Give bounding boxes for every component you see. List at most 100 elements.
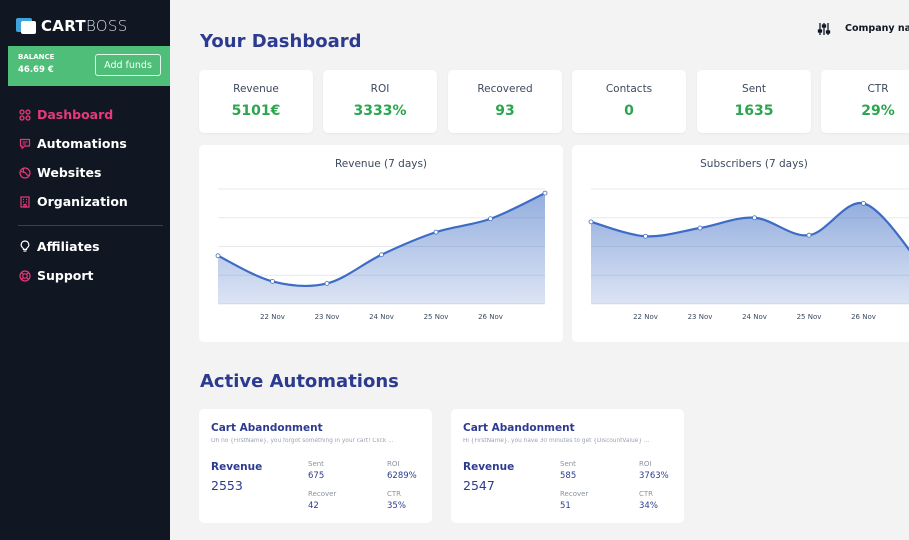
x-tick-label: 24 Nov [369,313,394,321]
ctr-label: CTR [387,490,402,498]
logo-text: CARTBOSS [41,17,128,35]
stat-roi: ROI 3333% [323,70,437,133]
chat-icon [18,137,31,150]
sidebar-item-label: Organization [37,194,128,209]
x-tick-label: 22 Nov [260,313,285,321]
x-tick-label: 24 Nov [742,313,767,321]
revenue-chart-card: Revenue (7 days) 22 Nov 23 Nov 24 Nov 25 No… [199,145,563,342]
data-point [488,216,493,222]
data-point [806,232,812,238]
lifebuoy-icon [18,269,31,282]
automation-card[interactable]: Cart Abandonment Hi {FirstName}, you hav… [451,409,684,523]
sidebar-item-label: Support [37,268,94,283]
stat-recovered: Recovered 93 [448,70,562,133]
stat-revenue: Revenue 5101€ [199,70,313,133]
stat-value: 0 [624,103,634,119]
recover-label: Recover [308,490,337,498]
revenue-value: 2547 [463,478,495,493]
recover-label: Recover [560,490,589,498]
filter-sliders-icon[interactable] [817,21,831,35]
stat-sent: Sent 1635 [697,70,811,133]
data-point [588,219,594,225]
sidebar-item-support[interactable]: Support [18,261,163,290]
data-point [379,252,384,258]
automation-description: Hi {FirstName}, you have 30 minutes to g… [463,438,650,444]
sidebar-item-label: Dashboard [37,107,114,122]
data-point [697,225,703,231]
series-area [218,193,545,304]
x-tick-label: 22 Nov [633,313,658,321]
sidebar-item-affiliates[interactable]: Affiliates [18,232,163,261]
lightbulb-icon [18,240,31,253]
automation-description: Oh no {FirstName}, you forgot something … [211,438,394,444]
data-point [270,279,275,284]
cartboss-logo-icon [16,16,38,36]
balance-panel: BALANCE 46.69 € Add funds [8,46,170,86]
recover-value: 42 [308,501,319,511]
roi-label: ROI [387,460,400,468]
sidebar-item-organization[interactable]: Organization [18,187,163,216]
ctr-value: 34% [639,501,658,511]
data-point [324,281,330,286]
revenue-label: Revenue [211,461,263,473]
revenue-label: Revenue [463,461,515,473]
subscribers-chart-card: Subscribers (7 days) 22 Nov 23 Nov 24 Nov 2… [572,145,909,342]
stat-label: CTR [867,83,889,95]
recover-value: 51 [560,501,571,511]
balance-label: BALANCE [18,53,55,61]
sent-label: Sent [308,460,324,468]
stat-label: ROI [370,83,390,95]
data-point [433,229,439,235]
stat-label: Contacts [605,83,653,95]
sidebar-item-label: Affiliates [37,239,100,254]
sent-label: Sent [560,460,576,468]
globe-icon [18,166,31,179]
sent-value: 675 [308,471,325,481]
stat-label: Recovered [477,83,533,95]
sidebar: CARTBOSS BALANCE 46.69 € Add funds Dashb… [0,0,170,540]
logo[interactable]: CARTBOSS [16,14,128,38]
revenue-chart: 22 Nov 23 Nov 24 Nov 25 Nov 26 Nov [215,188,548,321]
automation-card[interactable]: Cart Abandonment Oh no {FirstName}, you … [199,409,432,523]
revenue-value: 2553 [211,478,243,493]
subscribers-chart: 22 Nov 23 Nov 24 Nov 25 Nov 26 Nov [588,188,909,321]
stat-value: 3333% [353,103,407,119]
sidebar-item-websites[interactable]: Websites [18,158,163,187]
x-tick-label: 25 Nov [424,313,449,321]
stat-label: Sent [742,83,766,95]
sidebar-item-label: Automations [37,136,127,151]
data-point [861,200,866,206]
company-selector[interactable]: Company name [845,23,909,34]
stat-value: 29% [861,103,895,119]
x-tick-label: 26 Nov [851,313,876,321]
sidebar-item-automations[interactable]: Automations [18,129,163,158]
building-icon [18,195,31,208]
data-point [752,215,757,221]
automation-name: Cart Abandonment [463,422,575,434]
active-automations-title: Active Automations [200,371,399,392]
sent-value: 585 [560,471,577,481]
stat-contacts: Contacts 0 [572,70,686,133]
x-tick-label: 25 Nov [797,313,822,321]
stat-value: 5101€ [231,103,281,119]
roi-value: 3763% [639,471,669,481]
ctr-label: CTR [639,490,654,498]
x-tick-label: 26 Nov [478,313,503,321]
x-tick-label: 23 Nov [315,313,340,321]
nav-divider [18,225,163,226]
ctr-value: 35% [387,501,406,511]
stat-value: 1635 [734,103,774,119]
automation-name: Cart Abandonment [211,422,323,434]
sidebar-item-label: Websites [37,165,102,180]
stat-label: Revenue [233,83,279,95]
sidebar-nav: Dashboard Automations Websites Organizat… [18,100,163,290]
sidebar-item-dashboard[interactable]: Dashboard [18,100,163,129]
stat-ctr: CTR 29% [821,70,909,133]
add-funds-button[interactable]: Add funds [95,54,161,76]
stat-value: 93 [495,103,515,119]
data-point [542,190,548,196]
x-tick-label: 23 Nov [688,313,713,321]
data-point [643,233,648,239]
dashboard-icon [18,108,31,121]
roi-label: ROI [639,460,652,468]
